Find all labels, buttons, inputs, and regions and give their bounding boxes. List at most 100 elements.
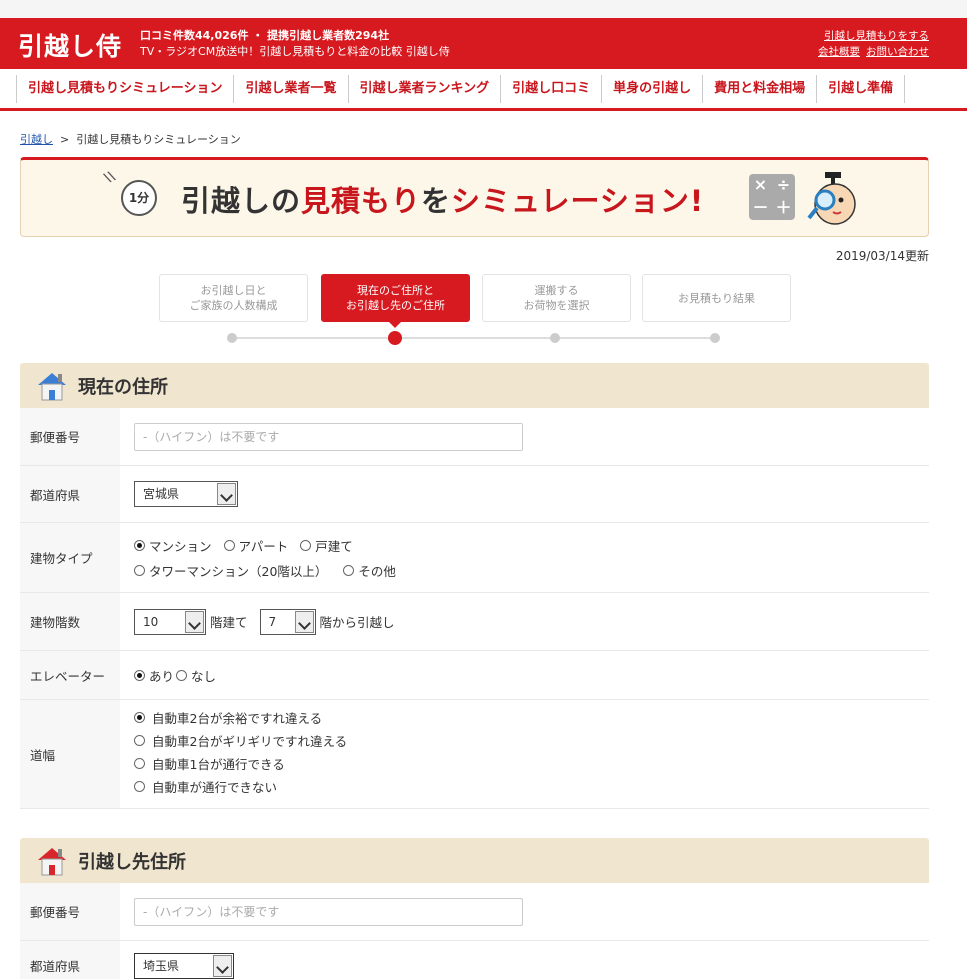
house-blue-icon bbox=[38, 373, 66, 401]
road-option-3-radio[interactable]: 自動車1台が通行できる bbox=[134, 754, 917, 773]
radio-unchecked-icon bbox=[134, 735, 145, 746]
current-postal-input[interactable] bbox=[134, 422, 523, 451]
floors-total-suffix: 階建て bbox=[210, 615, 248, 630]
banner-title-1: 引越しの bbox=[181, 184, 302, 218]
road-option-1-radio[interactable]: 自動車2台が余裕ですれ違える bbox=[134, 708, 917, 727]
building-house-label: 戸建て bbox=[315, 538, 353, 554]
calc-plus: ＋ bbox=[775, 198, 792, 217]
current-pref-select[interactable]: 宮城県 bbox=[134, 481, 238, 507]
nav-company-list[interactable]: 引越し業者一覧 bbox=[233, 74, 347, 103]
building-tower-label: タワーマンション（20階以上） bbox=[149, 563, 328, 579]
current-pref-value: 宮城県 bbox=[143, 487, 180, 501]
contact-link[interactable]: お問い合わせ bbox=[866, 46, 929, 58]
current-postal-row: 郵便番号 bbox=[20, 408, 929, 466]
samurai-mascot-icon bbox=[807, 172, 856, 225]
nav-price[interactable]: 費用と料金相場 bbox=[702, 74, 816, 103]
nav-prep[interactable]: 引越し準備 bbox=[816, 74, 906, 103]
house-red-icon bbox=[38, 848, 66, 876]
road-option-2-label: 自動車2台がギリギリですれ違える bbox=[152, 734, 348, 749]
building-other-radio[interactable]: その他 bbox=[343, 561, 396, 580]
progress-dot-4 bbox=[710, 333, 720, 343]
chevron-down-icon bbox=[213, 954, 232, 977]
current-pref-label: 都道府県 bbox=[20, 466, 120, 522]
building-house-radio[interactable]: 戸建て bbox=[300, 536, 353, 555]
current-address-header: 現在の住所 bbox=[20, 363, 929, 408]
floors-from-select[interactable]: 7 bbox=[259, 608, 316, 635]
dest-postal-input[interactable] bbox=[134, 897, 523, 926]
radio-unchecked-icon bbox=[134, 564, 145, 576]
one-minute-badge: 1分 bbox=[121, 180, 157, 216]
progress-dot-2 bbox=[388, 331, 402, 345]
top-gap bbox=[0, 0, 967, 18]
step-4-line1: お見積もり結果 bbox=[678, 291, 755, 305]
header-info: 口コミ件数44,026件 ・ 提携引越し業者数294社 TV・ラジオCM放送中！… bbox=[140, 28, 450, 60]
radio-unchecked-icon bbox=[176, 669, 188, 681]
road-option-2-radio[interactable]: 自動車2台がギリギリですれ違える bbox=[134, 731, 917, 750]
nav-simulation[interactable]: 引越し見積もりシミュレーション bbox=[16, 74, 233, 103]
building-other-label: その他 bbox=[358, 563, 396, 579]
radio-checked-icon bbox=[134, 539, 145, 551]
dest-postal-label: 郵便番号 bbox=[20, 883, 120, 940]
road-option-1-label: 自動車2台が余裕ですれ違える bbox=[152, 711, 323, 726]
breadcrumb-separator: > bbox=[60, 133, 70, 146]
banner-title-3: を bbox=[421, 184, 452, 218]
building-apartment-label: アパート bbox=[238, 538, 289, 554]
estimate-link[interactable]: 引越し見積もりをする bbox=[824, 30, 929, 42]
breadcrumb: 引越し > 引越し見積もりシミュレーション bbox=[20, 131, 241, 147]
elevator-yes-label: あり bbox=[149, 668, 175, 684]
chevron-down-icon bbox=[185, 610, 204, 633]
simulation-banner: \\ 1分 引越しの見積もりをシミュレーション! × ÷ － ＋ bbox=[20, 157, 929, 237]
building-mansion-label: マンション bbox=[149, 538, 212, 554]
radio-unchecked-icon bbox=[223, 539, 235, 551]
building-mansion-radio[interactable]: マンション bbox=[134, 536, 212, 555]
step-3-line2: お荷物を選択 bbox=[523, 299, 590, 312]
current-road-label: 道幅 bbox=[20, 700, 120, 808]
site-logo[interactable]: 引越し侍 bbox=[18, 27, 122, 63]
banner-title-2: 見積もり bbox=[301, 184, 422, 218]
elevator-yes-radio[interactable]: あり bbox=[134, 666, 174, 685]
floors-total-select[interactable]: 10 bbox=[134, 608, 206, 635]
destination-title: 引越し先住所 bbox=[78, 852, 186, 873]
step-1-line2: ご家族の人数構成 bbox=[189, 299, 278, 312]
breadcrumb-current: 引越し見積もりシミュレーション bbox=[76, 133, 241, 146]
progress-dot-3 bbox=[550, 333, 560, 343]
nav-ranking[interactable]: 引越し業者ランキング bbox=[347, 74, 501, 103]
radio-unchecked-icon bbox=[134, 758, 145, 769]
step-1: お引越し日と ご家族の人数構成 bbox=[159, 274, 308, 322]
nav-reviews[interactable]: 引越し口コミ bbox=[500, 74, 601, 103]
dest-pref-value: 埼玉県 bbox=[143, 958, 180, 973]
current-pref-row: 都道府県 宮城県 bbox=[20, 466, 929, 523]
calc-minus: － bbox=[752, 198, 769, 217]
chevron-down-icon bbox=[217, 483, 236, 505]
dest-pref-label: 都道府県 bbox=[20, 941, 120, 979]
step-2-line2: お引越し先のご住所 bbox=[346, 299, 445, 312]
current-floors-row: 建物階数 10 階建て 7 階から引越し bbox=[20, 593, 929, 651]
radio-unchecked-icon bbox=[343, 564, 355, 576]
nav-single[interactable]: 単身の引越し bbox=[601, 74, 702, 103]
chevron-down-icon bbox=[294, 610, 314, 633]
dest-pref-select[interactable]: 埼玉県 bbox=[134, 952, 234, 979]
destination-section: 引越し先住所 郵便番号 都道府県 埼玉県 bbox=[20, 838, 929, 979]
global-nav: 引越し見積もりシミュレーション 引越し業者一覧 引越し業者ランキング 引越し口コ… bbox=[0, 69, 967, 111]
sparkle-icon: \\ bbox=[102, 168, 118, 187]
company-link[interactable]: 会社概要 bbox=[818, 46, 860, 58]
current-floors-label: 建物階数 bbox=[20, 593, 120, 650]
dest-pref-row: 都道府県 埼玉県 bbox=[20, 941, 929, 979]
updated-date: 2019/03/14更新 bbox=[835, 249, 929, 263]
elevator-no-radio[interactable]: なし bbox=[176, 666, 216, 685]
breadcrumb-home[interactable]: 引越し bbox=[20, 133, 53, 146]
calc-times: × bbox=[753, 175, 768, 194]
step-3: 運搬する お荷物を選択 bbox=[482, 274, 631, 322]
radio-checked-icon bbox=[134, 669, 145, 681]
building-tower-radio[interactable]: タワーマンション（20階以上） bbox=[134, 561, 327, 580]
road-option-3-label: 自動車1台が通行できる bbox=[152, 757, 285, 772]
banner-title: 引越しの見積もりをシミュレーション! bbox=[181, 178, 704, 220]
road-option-4-radio[interactable]: 自動車が通行できない bbox=[134, 777, 917, 796]
floors-total-value: 10 bbox=[143, 614, 159, 629]
current-building-label: 建物タイプ bbox=[20, 523, 120, 592]
building-apartment-radio[interactable]: アパート bbox=[223, 536, 289, 555]
banner-title-4: シミュレーション! bbox=[451, 184, 705, 218]
header-tagline: TV・ラジオCM放送中！引越し見積もりと料金の比較 引越し侍 bbox=[140, 45, 450, 58]
step-1-line1: お引越し日と bbox=[200, 284, 267, 297]
calculator-icon: × ÷ － ＋ bbox=[749, 174, 795, 220]
